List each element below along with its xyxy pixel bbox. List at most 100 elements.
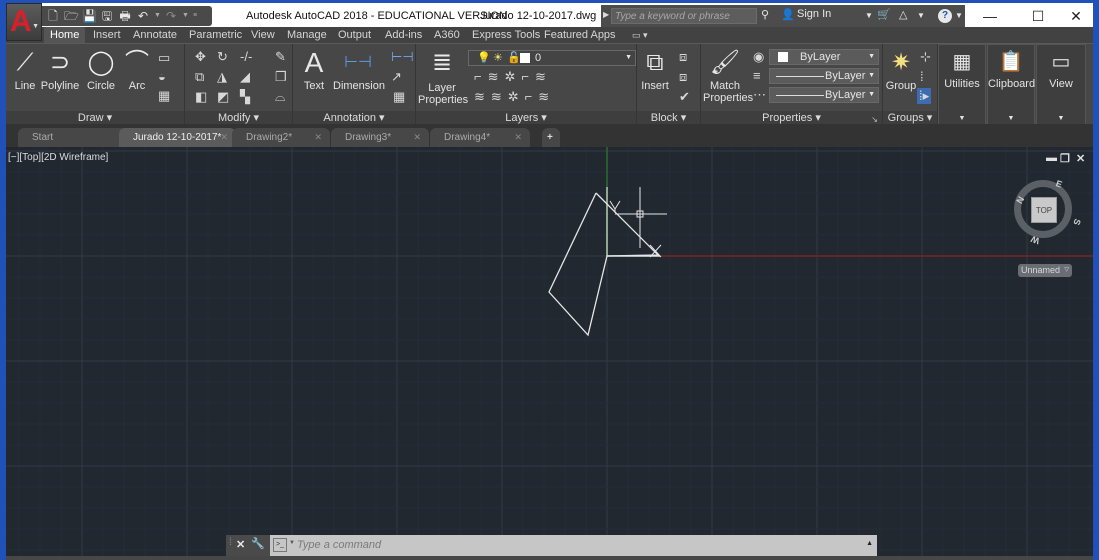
viewcube[interactable]: TOP N E S W — [1011, 177, 1083, 246]
tab-view[interactable]: View — [251, 27, 275, 43]
ribbon-minimize-toggle-icon[interactable]: ▭ ▾ — [632, 27, 648, 43]
new-tab-button[interactable]: + — [542, 128, 560, 147]
insert-tool[interactable]: ⧉ Insert — [640, 48, 670, 92]
utilities-panel-button[interactable]: ▦ Utilities ▼ — [938, 44, 986, 125]
tab-home[interactable]: Home — [44, 27, 86, 43]
tab-output[interactable]: Output — [338, 27, 371, 43]
recent-commands-icon[interactable]: >_ — [273, 538, 287, 552]
lineweight-dropdown[interactable]: ByLayer ▼ — [769, 87, 879, 103]
group-edit-icon[interactable]: ⁞ — [920, 70, 924, 84]
explode-icon[interactable]: ❒ — [275, 70, 287, 84]
polyline-tool[interactable]: ⊃ Polyline — [40, 48, 80, 92]
linetype-dropdown[interactable]: ByLayer ▼ — [769, 68, 879, 84]
erase-icon[interactable]: ✎ — [275, 50, 286, 64]
layers-panel-title[interactable]: Layers ▾ — [416, 111, 636, 125]
save-icon[interactable]: 💾 — [82, 9, 97, 23]
hatch-icon[interactable]: ▦ — [158, 89, 170, 103]
array-icon[interactable]: ▚ — [240, 90, 250, 104]
tab-parametric[interactable]: Parametric — [189, 27, 242, 43]
rectangle-icon[interactable]: ▭ — [158, 51, 170, 65]
layer-properties-tool[interactable]: ≣ Layer Properties — [418, 48, 468, 106]
color-dropdown[interactable]: ByLayer ▼ — [769, 49, 879, 65]
command-input[interactable] — [297, 537, 837, 553]
file-tab-drawing2[interactable]: Drawing2* ✕ — [232, 128, 330, 147]
rotate-icon[interactable]: ↻ — [217, 50, 228, 64]
create-block-icon[interactable]: ⧈ — [679, 50, 687, 64]
expand-search-icon[interactable]: ▶ — [603, 10, 609, 19]
table-icon[interactable]: ▦ — [393, 90, 405, 104]
view-panel-button[interactable]: ▭ View ▼ — [1036, 44, 1086, 125]
draw-panel-title[interactable]: Draw ▾ — [6, 111, 184, 125]
tab-express-tools[interactable]: Express Tools — [472, 27, 540, 43]
close-command-line-icon[interactable]: ✕ — [236, 538, 245, 551]
file-tab-drawing4[interactable]: Drawing4* ✕ — [430, 128, 530, 147]
copy-icon[interactable]: ⧉ — [195, 70, 204, 84]
application-menu-button[interactable]: A ▼ — [6, 3, 42, 41]
close-tab-icon[interactable]: ✕ — [220, 128, 228, 147]
file-tab-start[interactable]: Start — [18, 128, 128, 147]
ucs-menu[interactable]: Unnamed ▽ — [1018, 264, 1072, 277]
viewport-minimize-icon[interactable]: ▬ — [1046, 152, 1057, 164]
customize-qat-icon[interactable]: ≡ — [192, 9, 198, 23]
tab-insert[interactable]: Insert — [93, 27, 121, 43]
print-icon[interactable]: 🖶 — [118, 9, 132, 23]
block-panel-title[interactable]: Block ▾ — [637, 111, 700, 125]
clipboard-panel-button[interactable]: 📋 Clipboard ▼ — [987, 44, 1035, 125]
maximize-button[interactable]: ☐ — [1018, 6, 1058, 26]
drawing-canvas[interactable]: [−][Top][2D Wireframe] ▬ ❐ ✕ TOP N E S W… — [6, 147, 1093, 558]
viewport-close-icon[interactable]: ✕ — [1076, 152, 1085, 165]
trim-icon[interactable]: -/- — [240, 50, 252, 64]
tab-annotate[interactable]: Annotate — [133, 27, 177, 43]
minimize-button[interactable]: — — [970, 6, 1010, 26]
binoculars-icon[interactable]: ⚲ — [761, 8, 769, 21]
annotation-panel-title[interactable]: Annotation ▾ — [293, 111, 415, 125]
drag-handle-icon[interactable]: ⁞ — [229, 537, 232, 548]
layer-tools-row-1-icons[interactable]: ⌐≋✲⌐≋ — [474, 70, 552, 84]
text-tool[interactable]: A Text — [300, 48, 328, 93]
groups-panel-title[interactable]: Groups ▾ — [883, 111, 937, 125]
a360-dropdown-icon[interactable]: ▼ — [917, 11, 925, 20]
layer-dropdown[interactable]: 💡 ☀ 🔓 0 ▼ — [468, 50, 636, 66]
customize-icon[interactable]: 🔧 — [251, 537, 265, 550]
modify-panel-title[interactable]: Modify ▾ — [185, 111, 292, 125]
group-tool[interactable]: ✷ Group — [885, 48, 917, 92]
close-window-button[interactable]: ✕ — [1056, 6, 1096, 26]
linear-dimension-icon[interactable]: ⊢⊣ — [391, 50, 414, 64]
new-icon[interactable]: 🗋 — [46, 9, 60, 23]
redo-icon[interactable]: ↷ — [164, 9, 178, 23]
undo-icon[interactable]: ↶ — [136, 9, 150, 23]
line-tool[interactable]: ⟋ Line — [10, 48, 40, 92]
properties-dialog-launcher-icon[interactable]: ↘ — [871, 115, 878, 124]
help-icon[interactable]: ? — [938, 9, 952, 23]
edit-block-icon[interactable]: ⧈ — [679, 70, 687, 84]
sign-in-button[interactable]: Sign In — [797, 8, 831, 20]
file-tab-drawing3[interactable]: Drawing3* ✕ — [331, 128, 429, 147]
undo-dropdown-icon[interactable]: ▼ — [154, 9, 161, 23]
hatch-ellipse-icon[interactable]: ◒ — [158, 70, 166, 84]
arc-tool[interactable]: ⌒ Arc — [124, 48, 150, 92]
tab-add-ins[interactable]: Add-ins — [385, 27, 422, 43]
close-tab-icon[interactable]: ✕ — [314, 128, 322, 147]
circle-tool[interactable]: ◯ Circle — [84, 48, 118, 92]
viewcube-top-face[interactable]: TOP — [1031, 197, 1057, 223]
dimension-tool[interactable]: ⊢⊣ Dimension — [333, 48, 385, 92]
a360-icon[interactable]: △ — [899, 8, 907, 21]
help-dropdown-icon[interactable]: ▼ — [955, 11, 963, 20]
cart-icon[interactable]: 🛒 — [877, 8, 891, 21]
close-tab-icon[interactable]: ✕ — [413, 128, 421, 147]
layer-tools-row-2-icons[interactable]: ≋≋✲⌐≋ — [474, 90, 555, 104]
search-box[interactable]: ▶ — [603, 8, 757, 24]
viewport-restore-icon[interactable]: ❐ — [1060, 152, 1070, 165]
save-as-icon[interactable]: 🖫 — [100, 9, 114, 23]
tab-manage[interactable]: Manage — [287, 27, 327, 43]
ungroup-icon[interactable]: ⊹ — [920, 50, 931, 64]
group-selection-toggle-icon[interactable]: ⁞▸ — [917, 88, 932, 104]
file-tab-jurado[interactable]: Jurado 12-10-2017* ✕ — [119, 128, 236, 147]
match-properties-tool[interactable]: 🖌 Match Properties — [703, 48, 753, 104]
search-input[interactable] — [615, 9, 755, 23]
mirror-icon[interactable]: ◮ — [217, 70, 227, 84]
sign-in-dropdown-icon[interactable]: ▼ — [865, 11, 873, 20]
expand-history-icon[interactable]: ▲ — [866, 540, 873, 547]
scale-icon[interactable]: ◩ — [217, 90, 229, 104]
redo-dropdown-icon[interactable]: ▼ — [182, 9, 189, 23]
